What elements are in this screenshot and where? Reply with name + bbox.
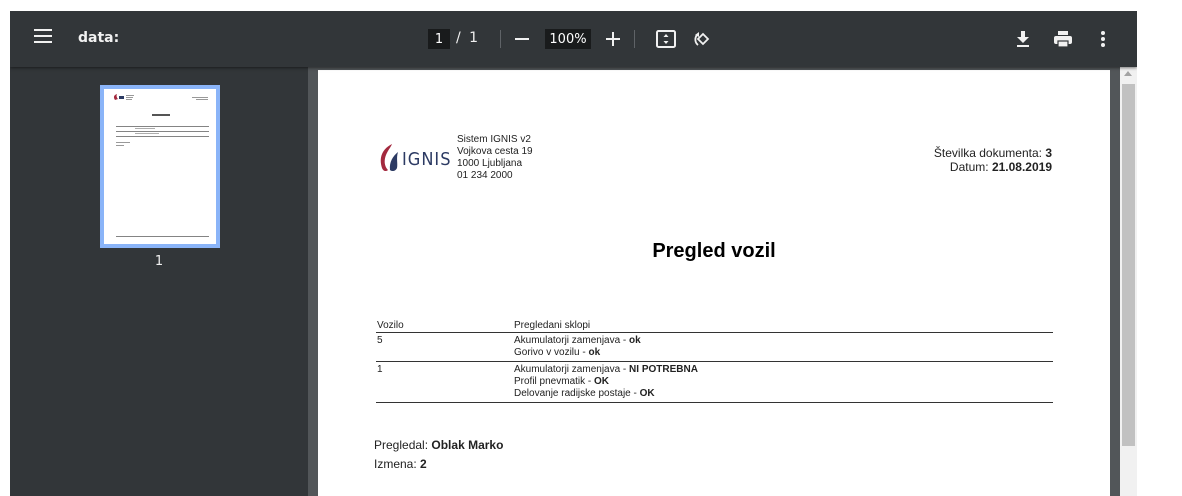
zoom-in-button[interactable] xyxy=(601,27,625,51)
address-line: 01 234 2000 xyxy=(457,170,513,181)
page-thumbnail-preview xyxy=(104,89,216,244)
fit-page-button[interactable] xyxy=(654,27,678,51)
document-title: data: xyxy=(78,30,120,46)
document-area[interactable]: IGNIS Sistem IGNIS v2 Vojkova cesta 19 1… xyxy=(308,67,1120,496)
column-header-sklopi: Pregledani sklopi xyxy=(513,320,1053,333)
logo-text: IGNIS xyxy=(402,149,452,170)
company-logo: IGNIS xyxy=(376,140,456,179)
zoom-in-icon xyxy=(606,32,620,46)
inspected-items-cell: Akumulatorji zamenjava - NI POTREBNA Pro… xyxy=(513,361,1053,403)
zoom-input[interactable] xyxy=(545,29,591,49)
page-separator: / xyxy=(456,30,461,46)
scroll-up-arrow-icon[interactable] xyxy=(1124,71,1132,76)
column-header-vozilo: Vozilo xyxy=(376,320,513,333)
item-name: Delovanje radijske postaje - xyxy=(514,388,640,399)
revision-line: Izmena: 2 xyxy=(374,455,503,474)
menu-button[interactable] xyxy=(34,29,52,45)
date-label: Datum: xyxy=(949,160,989,174)
pdf-viewer: data: / 1 xyxy=(10,11,1137,496)
item-status: ok xyxy=(629,335,641,346)
inspected-item: Akumulatorji zamenjava - ok xyxy=(514,335,1053,347)
item-name: Akumulatorji zamenjava - xyxy=(514,364,630,375)
menu-icon xyxy=(34,29,52,31)
print-button[interactable] xyxy=(1051,27,1075,51)
thumbnail-preview-image xyxy=(113,94,209,237)
page-number-input[interactable] xyxy=(428,29,450,49)
download-icon xyxy=(1017,31,1029,47)
item-name: Gorivo v vozilu - xyxy=(514,347,589,358)
item-status: NI POTREBNA xyxy=(629,364,698,375)
page-total: 1 xyxy=(469,30,479,46)
toolbar-divider xyxy=(500,30,501,48)
inspected-item: Profil pnevmatik - OK xyxy=(514,376,1053,388)
fit-page-icon xyxy=(656,30,676,48)
inspected-items-cell: Akumulatorji zamenjava - ok Gorivo v voz… xyxy=(513,332,1053,362)
item-status: OK xyxy=(594,376,610,387)
vehicle-cell: 5 xyxy=(376,332,513,362)
inspector-label: Pregledal: xyxy=(374,438,429,452)
page-count: / 1 xyxy=(456,30,478,46)
menu-icon-line xyxy=(34,41,52,43)
document-info: Številka dokumenta: 3 Datum: 21.08.2019 xyxy=(934,146,1052,174)
toolbar-divider xyxy=(634,30,635,48)
rotate-button[interactable] xyxy=(690,27,714,51)
address-line: Sistem IGNIS v2 xyxy=(457,134,531,145)
page-thumbnail-label: 1 xyxy=(154,254,164,269)
zoom-out-icon xyxy=(515,38,529,40)
zoom-out-button[interactable] xyxy=(510,27,534,51)
inspection-footer: Pregledal: Oblak Marko Izmena: 2 xyxy=(374,436,503,474)
pdf-page: IGNIS Sistem IGNIS v2 Vojkova cesta 19 1… xyxy=(318,70,1110,496)
item-name: Profil pnevmatik - xyxy=(514,376,595,387)
thumbnail-sidebar: 1 xyxy=(10,67,308,496)
inspector-name: Oblak Marko xyxy=(431,438,504,452)
address-line: 1000 Ljubljana xyxy=(457,158,523,169)
inspected-item: Delovanje radijske postaje - OK xyxy=(514,388,1053,400)
date-value: 21.08.2019 xyxy=(991,160,1052,174)
download-button[interactable] xyxy=(1011,27,1035,51)
item-name: Akumulatorji zamenjava - xyxy=(514,335,630,346)
vertical-scrollbar[interactable] xyxy=(1120,67,1137,496)
doc-number-value: 3 xyxy=(1045,146,1052,160)
print-icon xyxy=(1054,31,1072,48)
scrollbar-thumb[interactable] xyxy=(1122,84,1135,446)
document-number: Številka dokumenta: 3 xyxy=(934,146,1052,160)
doc-number-label: Številka dokumenta: xyxy=(933,146,1042,160)
more-options-button[interactable] xyxy=(1091,27,1115,51)
document-heading: Pregled vozil xyxy=(652,240,776,262)
table-header-row: Vozilo Pregledani sklopi xyxy=(376,320,1053,333)
company-address: Sistem IGNIS v2 Vojkova cesta 19 1000 Lj… xyxy=(457,134,533,182)
rotate-icon xyxy=(694,32,710,46)
inspected-item: Akumulatorji zamenjava - NI POTREBNA xyxy=(514,364,1053,376)
item-status: ok xyxy=(588,347,601,358)
revision-label: Izmena: xyxy=(374,457,417,471)
page-thumbnail[interactable] xyxy=(100,85,220,248)
toolbar: data: / 1 xyxy=(10,11,1137,67)
table-row: 1 Akumulatorji zamenjava - NI POTREBNA P… xyxy=(376,361,1053,403)
document-date: Datum: 21.08.2019 xyxy=(934,160,1052,174)
menu-icon-line xyxy=(34,35,52,37)
vehicle-inspection-table: Vozilo Pregledani sklopi 5 Akumulatorji … xyxy=(376,320,1053,403)
table-row: 5 Akumulatorji zamenjava - ok Gorivo v v… xyxy=(376,332,1053,362)
item-status: OK xyxy=(639,388,655,399)
inspector-line: Pregledal: Oblak Marko xyxy=(374,436,503,455)
vehicle-cell: 1 xyxy=(376,361,513,403)
inspected-item: Gorivo v vozilu - ok xyxy=(514,347,1053,359)
ignis-logo-icon: IGNIS xyxy=(380,144,452,172)
address-line: Vojkova cesta 19 xyxy=(457,146,533,157)
revision-value: 2 xyxy=(420,457,427,471)
more-vert-icon xyxy=(1101,31,1105,47)
